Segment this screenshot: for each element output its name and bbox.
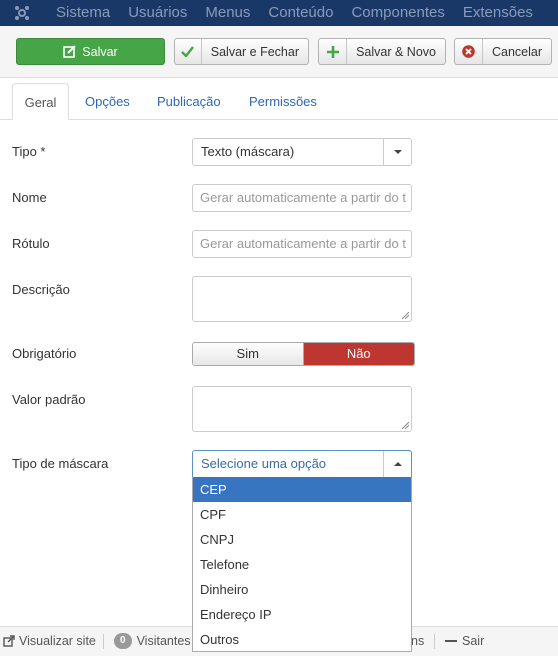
logout-link[interactable]: Sair [445, 627, 484, 655]
save-new-label: Salvar & Novo [356, 44, 436, 59]
tab-opcoes[interactable]: Opções [85, 83, 130, 120]
mask-option-endereco-ip[interactable]: Endereço IP [193, 602, 411, 627]
status-divider [103, 634, 104, 649]
required-no-option[interactable]: Não [303, 343, 414, 365]
visitors-label: Visitantes [136, 634, 191, 648]
mask-option-cpf[interactable]: CPF [193, 502, 411, 527]
required-yes-option[interactable]: Sim [193, 343, 304, 365]
minus-icon [445, 640, 457, 642]
mask-type-placeholder: Selecione uma opção [201, 456, 327, 471]
menu-componentes[interactable]: Componentes [342, 0, 453, 26]
view-site-link[interactable]: Visualizar site [3, 627, 96, 655]
label-label: Rótulo [12, 236, 50, 251]
mask-option-dinheiro[interactable]: Dinheiro [193, 577, 411, 602]
name-placeholder: Gerar automaticamente a partir do t [200, 190, 406, 205]
description-textarea[interactable] [192, 276, 412, 322]
resize-grip-icon[interactable] [402, 312, 409, 319]
plus-icon [319, 39, 348, 64]
label-placeholder: Gerar automaticamente a partir do t [200, 236, 406, 251]
tab-geral[interactable]: Geral [12, 83, 69, 120]
menu-menus[interactable]: Menus [196, 0, 259, 26]
name-input[interactable]: Gerar automaticamente a partir do t [192, 184, 412, 212]
cancel-circle-icon [455, 39, 483, 64]
cancel-label: Cancelar [491, 44, 542, 59]
edit-icon [63, 39, 76, 64]
required-toggle: Sim Não [192, 342, 415, 366]
save-label: Salvar [82, 44, 118, 59]
save-close-button[interactable]: Salvar e Fechar [174, 38, 309, 65]
toolbar: Salvar Salvar e Fechar Salvar & Novo Can… [0, 26, 558, 78]
mask-type-label: Tipo de máscara [12, 456, 109, 471]
label-input[interactable]: Gerar automaticamente a partir do t [192, 230, 412, 258]
mask-option-telefone[interactable]: Telefone [193, 552, 411, 577]
save-new-button[interactable]: Salvar & Novo [318, 38, 446, 65]
save-button[interactable]: Salvar [16, 38, 165, 65]
logout-label: Sair [462, 634, 485, 648]
admin-menu-bar: Sistema Usuários Menus Conteúdo Componen… [0, 0, 558, 26]
tab-bar: Geral Opções Publicação Permissões [0, 83, 558, 120]
type-label: Tipo * [12, 144, 46, 159]
chevron-down-icon [383, 139, 411, 165]
tab-permissoes[interactable]: Permissões [249, 83, 317, 120]
default-value-label: Valor padrão [12, 392, 86, 407]
required-label: Obrigatório [12, 346, 77, 361]
type-select-value: Texto (máscara) [201, 144, 295, 159]
description-label: Descrição [12, 282, 70, 297]
view-site-label: Visualizar site [19, 634, 96, 648]
status-divider [434, 634, 435, 649]
menu-conteudo[interactable]: Conteúdo [259, 0, 342, 26]
mask-type-select[interactable]: Selecione uma opção [192, 450, 412, 478]
external-link-icon [3, 635, 15, 647]
resize-grip-icon[interactable] [402, 422, 409, 429]
admins-label-fragment: ns [411, 634, 425, 648]
visitors-indicator[interactable]: 0 Visitantes [114, 627, 191, 655]
cancel-button[interactable]: Cancelar [454, 38, 552, 65]
mask-option-outros[interactable]: Outros [193, 627, 411, 652]
name-label: Nome [12, 190, 47, 205]
admins-indicator[interactable]: ns [411, 627, 424, 655]
menu-sistema[interactable]: Sistema [44, 0, 119, 26]
tab-publicacao[interactable]: Publicação [157, 83, 221, 120]
menu-extensoes[interactable]: Extensões [454, 0, 542, 26]
mask-option-cnpj[interactable]: CNPJ [193, 527, 411, 552]
check-icon [175, 39, 202, 64]
chevron-up-icon [383, 451, 411, 477]
save-close-label: Salvar e Fechar [210, 44, 299, 59]
menu-usuarios[interactable]: Usuários [119, 0, 196, 26]
mask-option-cep[interactable]: CEP [193, 477, 411, 502]
visitors-count-badge: 0 [114, 633, 132, 649]
mask-type-options-list: CEP CPF CNPJ Telefone Dinheiro Endereço … [192, 477, 412, 652]
type-select[interactable]: Texto (máscara) [192, 138, 412, 166]
joomla-logo-icon[interactable] [0, 0, 44, 26]
default-value-textarea[interactable] [192, 386, 412, 432]
